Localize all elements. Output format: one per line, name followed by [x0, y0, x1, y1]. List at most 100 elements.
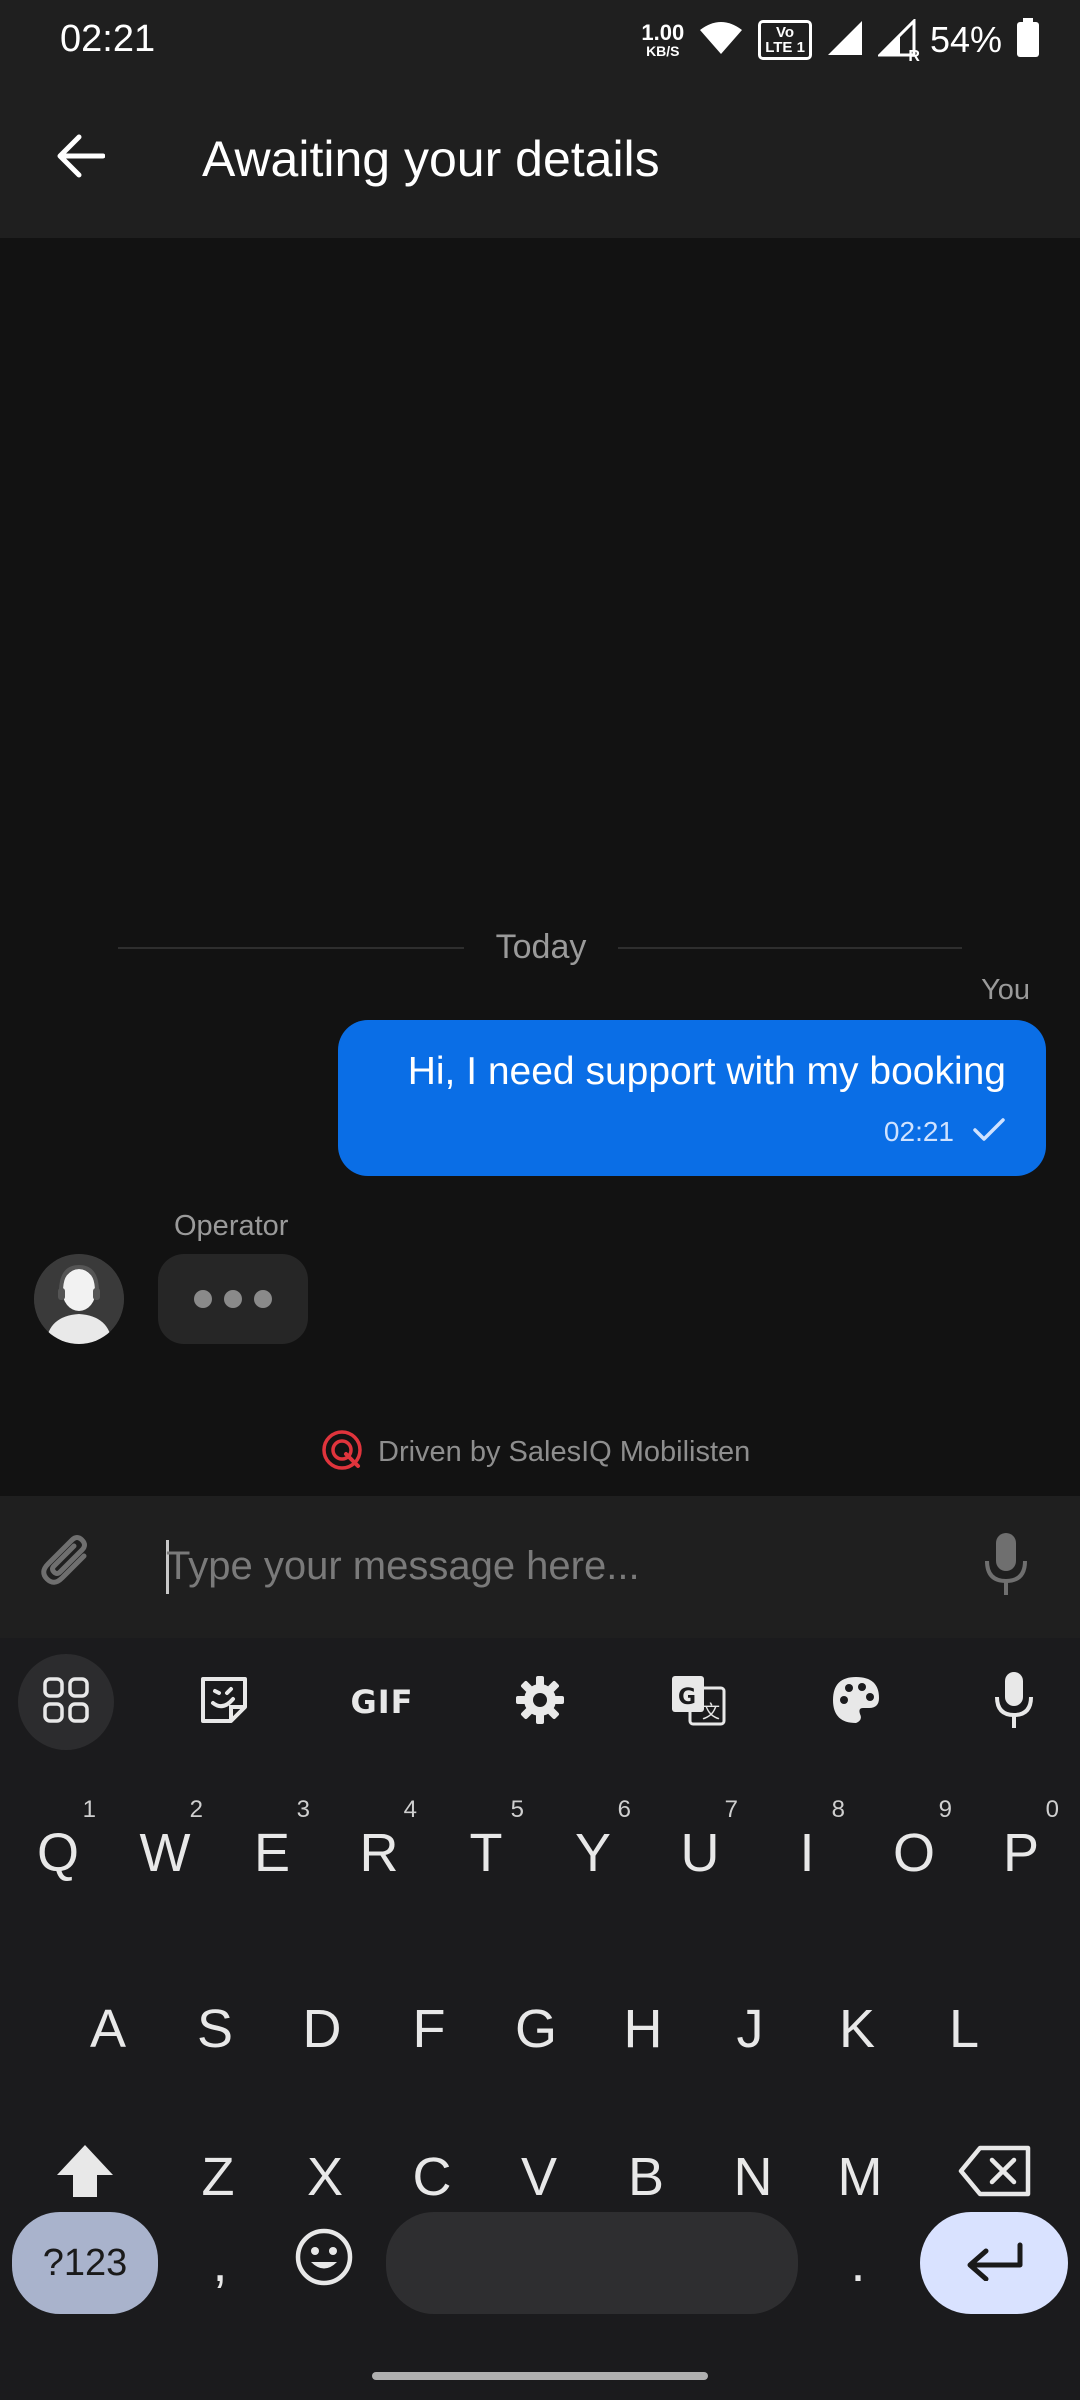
message-time: 02:21 [883, 1116, 954, 1147]
key-label: I [799, 1823, 815, 1883]
key-label: T [469, 1823, 503, 1883]
key-s[interactable]: S [165, 1964, 265, 2094]
enter-arrow-icon [964, 2232, 1024, 2294]
key-e[interactable]: E3 [222, 1788, 322, 1918]
translate-button[interactable]: G 文 [650, 1654, 746, 1750]
roaming-label: R [908, 47, 920, 65]
powered-by-text: Driven by SalesIQ Mobilisten [378, 1436, 751, 1468]
comma-key[interactable]: , [180, 2212, 260, 2314]
key-label: E [253, 1823, 291, 1883]
key-w[interactable]: W2 [115, 1788, 215, 1918]
status-time: 02:21 [60, 18, 156, 60]
gesture-nav-handle[interactable] [372, 2372, 708, 2380]
sticker-button[interactable] [176, 1654, 272, 1750]
operator-label: Operator [174, 1210, 289, 1242]
symbols-key[interactable]: ?123 [12, 2212, 158, 2314]
message-input[interactable] [166, 1528, 966, 1604]
date-separator: Today [495, 928, 587, 966]
message-meta: 02:21 [884, 1116, 1006, 1148]
microphone-icon [981, 1531, 1031, 1602]
salesiq-logo-icon [320, 1428, 364, 1477]
page-title: Awaiting your details [202, 131, 660, 187]
key-number-hint: 7 [724, 1796, 738, 1823]
period-key[interactable]: . [818, 2212, 898, 2314]
key-number-hint: 0 [1045, 1796, 1059, 1823]
settings-icon [514, 1674, 566, 1731]
enter-key[interactable] [920, 2212, 1068, 2314]
network-speed-unit: KB/S [646, 43, 680, 59]
key-a[interactable]: A [58, 1964, 158, 2094]
key-l[interactable]: L [914, 1964, 1014, 2094]
key-number-hint: 3 [296, 1796, 310, 1823]
arrow-left-icon [55, 133, 106, 184]
space-key[interactable] [386, 2212, 798, 2314]
key-h[interactable]: H [593, 1964, 693, 2094]
keyboard-toolbar: GIF G 文 [0, 1638, 1080, 1762]
check-icon [972, 1117, 1006, 1148]
key-p[interactable]: P0 [971, 1788, 1071, 1918]
key-label: P [1002, 1823, 1040, 1883]
gif-button[interactable]: GIF [334, 1654, 430, 1750]
shift-icon [55, 2143, 115, 2212]
translate-icon: G 文 [670, 1674, 726, 1731]
attach-button[interactable] [34, 1530, 106, 1602]
typing-dot [194, 1290, 212, 1308]
key-t[interactable]: T5 [436, 1788, 536, 1918]
key-number-hint: 5 [510, 1796, 524, 1823]
key-label: U [680, 1823, 720, 1883]
date-separator-line-right [618, 947, 962, 949]
key-g[interactable]: G [486, 1964, 586, 2094]
app-bar: Awaiting your details [0, 80, 1080, 238]
key-q[interactable]: Q1 [8, 1788, 108, 1918]
key-label: W [139, 1823, 191, 1883]
soft-keyboard: G I F G 文 Q 1 W 2 E 3 R 4 T 5 Y 6 U 7 I 8 … [0, 1638, 1080, 2400]
voice-message-button[interactable] [966, 1526, 1046, 1606]
key-label: O [892, 1823, 935, 1883]
key-number-hint: 4 [403, 1796, 417, 1823]
key-k[interactable]: K [807, 1964, 907, 2094]
emoji-key[interactable] [276, 2212, 372, 2314]
key-i[interactable]: I8 [757, 1788, 857, 1918]
keyboard-settings-button[interactable] [492, 1654, 588, 1750]
key-y[interactable]: Y6 [543, 1788, 643, 1918]
key-label: Q [36, 1823, 79, 1883]
volte-line1: Vo [776, 24, 795, 41]
key-o[interactable]: O9 [864, 1788, 964, 1918]
key-r[interactable]: R4 [329, 1788, 429, 1918]
key-number-hint: 8 [831, 1796, 845, 1823]
outgoing-message-bubble[interactable]: Hi, I need support with my booking 02:21 [338, 1020, 1046, 1176]
key-f[interactable]: F [379, 1964, 479, 2094]
key-number-hint: 2 [189, 1796, 203, 1823]
theme-button[interactable] [808, 1654, 904, 1750]
wifi-icon [698, 20, 744, 61]
chat-area[interactable]: Today You Hi, I need support with my boo… [0, 238, 1080, 1496]
key-u[interactable]: U7 [650, 1788, 750, 1918]
message-composer [0, 1496, 1080, 1638]
typing-indicator [158, 1254, 308, 1344]
typing-dot [254, 1290, 272, 1308]
key-label: Y [574, 1823, 612, 1883]
signal-roaming-icon: R [876, 16, 920, 65]
status-icons: 1.00 KB/S Vo LTE 1 R 54% [641, 14, 1040, 66]
voice-typing-button[interactable] [966, 1654, 1062, 1750]
back-button[interactable] [40, 118, 120, 198]
message-text: Hi, I need support with my booking [407, 1050, 1006, 1093]
typing-dot [224, 1290, 242, 1308]
volte-line2: LTE 1 [765, 39, 805, 56]
date-separator-line-left [118, 947, 464, 949]
key-j[interactable]: J [700, 1964, 800, 2094]
powered-by-footer[interactable]: Driven by SalesIQ Mobilisten [320, 1428, 750, 1477]
microphone-icon [992, 1670, 1036, 1735]
paperclip-icon [38, 1532, 102, 1601]
operator-avatar [34, 1254, 124, 1344]
key-d[interactable]: D [272, 1964, 372, 2094]
key-number-hint: 1 [82, 1796, 96, 1823]
volte-badge: Vo LTE 1 [758, 20, 812, 60]
battery-percent: 54% [929, 19, 1002, 60]
apps-grid-button[interactable] [18, 1654, 114, 1750]
sender-label-you: You [981, 974, 1030, 1006]
svg-text:文: 文 [702, 1702, 720, 1723]
signal-icon [826, 19, 864, 62]
key-number-hint: 6 [617, 1796, 631, 1823]
palette-icon [830, 1674, 882, 1731]
